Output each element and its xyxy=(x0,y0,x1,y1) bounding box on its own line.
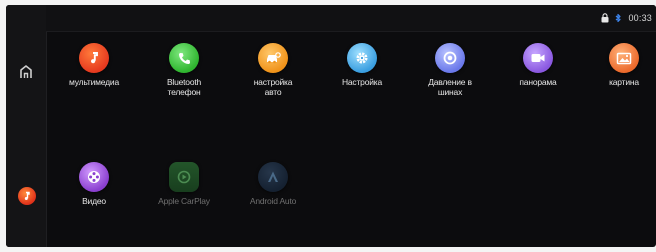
android-auto-icon xyxy=(268,171,278,182)
app-multimedia[interactable]: мультимедиа xyxy=(51,43,137,88)
music-note-icon xyxy=(91,52,98,64)
camera-icon xyxy=(531,54,545,62)
sidebar xyxy=(6,5,47,247)
music-note-icon xyxy=(24,191,30,200)
app-video[interactable]: Видео xyxy=(51,162,137,207)
app-label: Apple CarPlay xyxy=(158,196,210,206)
app-panorama[interactable]: панорама xyxy=(495,43,581,88)
film-reel-icon xyxy=(88,171,100,183)
app-grid: мультимедиа Bluetooth телефон настройка … xyxy=(46,31,656,247)
app-label: настройка авто xyxy=(253,77,293,97)
app-picture[interactable]: картина xyxy=(581,43,656,88)
gear-icon xyxy=(356,52,368,64)
car-settings-icon xyxy=(267,52,281,64)
app-settings[interactable]: Настройка xyxy=(319,43,405,88)
app-label: Android Auto xyxy=(249,196,297,206)
status-bar: 00:33 xyxy=(46,5,656,32)
bluetooth-icon xyxy=(616,13,622,23)
app-android-auto[interactable]: Android Auto xyxy=(230,162,316,207)
app-label: Настройка xyxy=(341,77,383,87)
app-car-settings[interactable]: настройка авто xyxy=(230,43,316,97)
tire-pressure-icon xyxy=(443,51,457,65)
sidebar-multimedia-shortcut[interactable] xyxy=(18,187,36,205)
carplay-icon xyxy=(177,170,191,184)
app-label: мультимедиа xyxy=(69,77,119,87)
app-apple-carplay[interactable]: Apple CarPlay xyxy=(141,162,227,207)
phone-icon xyxy=(178,52,190,64)
app-label: Давление в шинах xyxy=(428,77,472,97)
head-unit-screen: 00:33 мультимедиа Bluetooth телефон наст… xyxy=(6,5,656,247)
picture-icon xyxy=(616,52,632,64)
app-tire-pressure[interactable]: Давление в шинах xyxy=(407,43,493,97)
lock-icon xyxy=(601,13,609,23)
app-bluetooth-phone[interactable]: Bluetooth телефон xyxy=(141,43,227,97)
clock: 00:33 xyxy=(628,13,652,23)
home-icon xyxy=(20,65,32,78)
app-label: панорама xyxy=(519,77,557,87)
app-label: Bluetooth телефон xyxy=(166,77,202,97)
app-label: Видео xyxy=(82,196,106,206)
app-label: картина xyxy=(609,77,639,87)
home-button[interactable] xyxy=(14,61,38,83)
